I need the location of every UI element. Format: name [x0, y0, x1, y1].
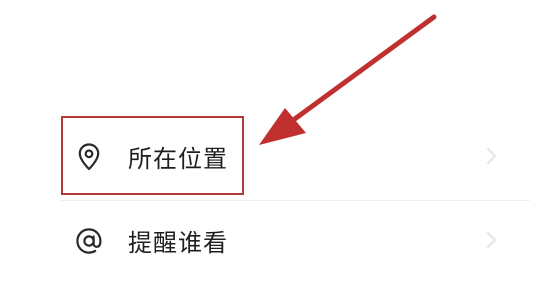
post-options-menu: 所在位置 提醒谁看	[0, 0, 550, 281]
menu-divider	[60, 200, 530, 201]
chevron-right-icon	[486, 147, 497, 165]
location-label: 所在位置	[128, 145, 228, 173]
mention-label: 提醒谁看	[128, 229, 228, 257]
mention-menu-item[interactable]: 提醒谁看	[0, 213, 550, 275]
at-sign-icon	[76, 228, 102, 254]
location-menu-item[interactable]: 所在位置	[0, 129, 550, 191]
chevron-right-icon	[486, 231, 497, 249]
location-pin-icon	[78, 143, 100, 171]
